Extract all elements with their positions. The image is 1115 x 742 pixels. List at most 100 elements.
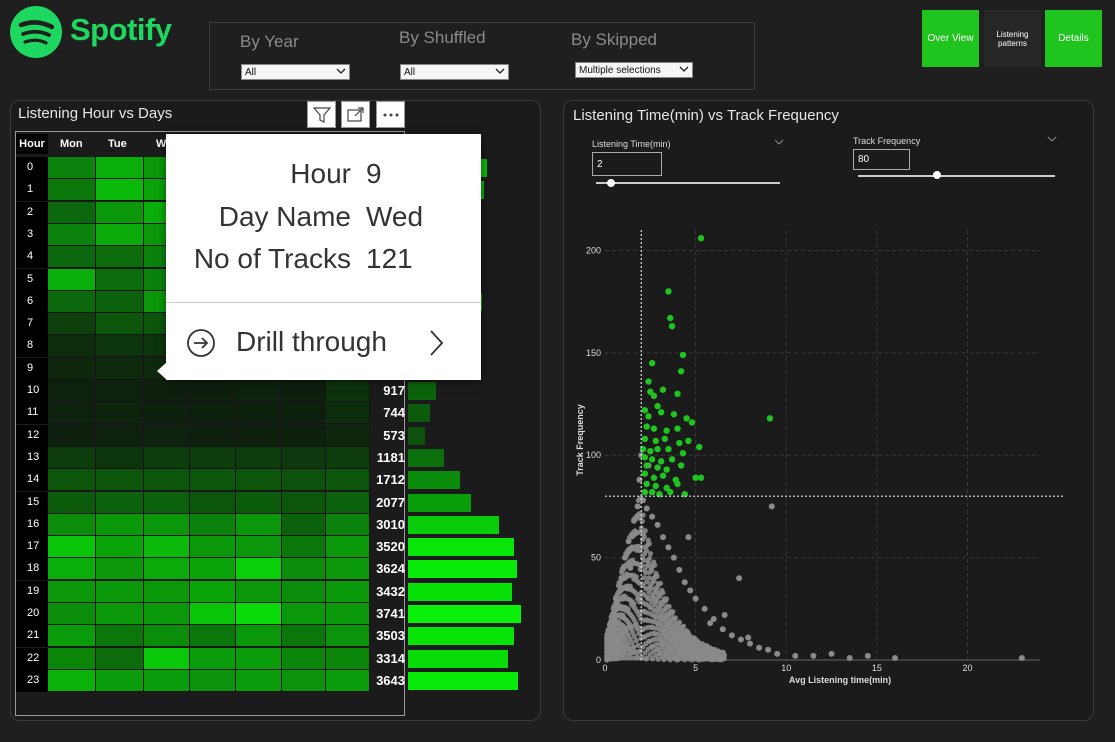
heatmap-cell[interactable] <box>96 647 144 670</box>
heatmap-cell[interactable] <box>96 380 144 402</box>
heatmap-cell[interactable] <box>282 469 326 492</box>
heatmap-cell[interactable] <box>144 380 190 402</box>
heatmap-cell[interactable] <box>326 513 370 536</box>
heatmap-cell[interactable] <box>144 513 190 536</box>
heatmap-cell[interactable] <box>282 580 326 603</box>
focus-mode-button[interactable] <box>341 101 370 128</box>
filter-shuffled-select[interactable]: All <box>400 64 509 80</box>
heatmap-cell[interactable] <box>236 603 282 625</box>
heatmap-cell[interactable] <box>236 558 282 581</box>
heatmap-cell[interactable] <box>236 402 282 425</box>
heatmap-cell[interactable] <box>282 625 326 648</box>
heatmap-cell[interactable] <box>282 558 326 581</box>
drill-through-button[interactable]: Drill through <box>166 303 481 380</box>
heatmap-cell[interactable] <box>144 647 190 670</box>
param-listening-slider[interactable] <box>596 182 780 184</box>
heatmap-cell[interactable] <box>236 513 282 536</box>
heatmap-cell[interactable] <box>190 491 236 514</box>
heatmap-cell[interactable] <box>326 424 370 447</box>
nav-details-button[interactable]: Details <box>1045 10 1102 67</box>
heatmap-cell[interactable] <box>326 446 370 469</box>
heatmap-cell[interactable] <box>282 513 326 536</box>
param-listening-slider-knob[interactable] <box>607 179 615 187</box>
heatmap-cell[interactable] <box>326 603 370 625</box>
heatmap-cell[interactable] <box>96 157 144 179</box>
heatmap-cell[interactable] <box>96 513 144 536</box>
heatmap-cell[interactable] <box>326 469 370 492</box>
heatmap-cell[interactable] <box>282 647 326 670</box>
heatmap-cell[interactable] <box>96 357 144 380</box>
heatmap-cell[interactable] <box>326 647 370 670</box>
heatmap-cell[interactable] <box>48 603 96 625</box>
heatmap-cell[interactable] <box>236 669 282 692</box>
heatmap-cell[interactable] <box>144 558 190 581</box>
heatmap-cell[interactable] <box>190 513 236 536</box>
heatmap-cell[interactable] <box>326 380 370 402</box>
heatmap-cell[interactable] <box>96 246 144 269</box>
heatmap-cell[interactable] <box>96 536 144 559</box>
param-frequency-slider[interactable] <box>858 175 1055 177</box>
heatmap-cell[interactable] <box>190 669 236 692</box>
heatmap-cell[interactable] <box>236 625 282 648</box>
heatmap-cell[interactable] <box>190 424 236 447</box>
heatmap-cell[interactable] <box>236 469 282 492</box>
heatmap-cell[interactable] <box>48 290 96 313</box>
heatmap-cell[interactable] <box>326 669 370 692</box>
heatmap-cell[interactable] <box>48 669 96 692</box>
heatmap-cell[interactable] <box>48 491 96 514</box>
heatmap-cell[interactable] <box>190 536 236 559</box>
heatmap-cell[interactable] <box>190 647 236 670</box>
heatmap-cell[interactable] <box>96 402 144 425</box>
more-options-button[interactable] <box>376 101 405 128</box>
heatmap-cell[interactable] <box>236 424 282 447</box>
heatmap-cell[interactable] <box>48 446 96 469</box>
heatmap-cell[interactable] <box>282 536 326 559</box>
heatmap-cell[interactable] <box>282 446 326 469</box>
heatmap-cell[interactable] <box>236 647 282 670</box>
heatmap-cell[interactable] <box>48 157 96 179</box>
heatmap-cell[interactable] <box>282 669 326 692</box>
heatmap-cell[interactable] <box>48 335 96 358</box>
heatmap-cell[interactable] <box>190 469 236 492</box>
heatmap-cell[interactable] <box>48 513 96 536</box>
heatmap-cell[interactable] <box>96 179 144 202</box>
chevron-down-icon[interactable] <box>1047 135 1057 143</box>
nav-patterns-button[interactable]: Listening patterns <box>984 10 1041 67</box>
heatmap-cell[interactable] <box>48 179 96 202</box>
heatmap-cell[interactable] <box>48 357 96 380</box>
heatmap-cell[interactable] <box>48 647 96 670</box>
heatmap-cell[interactable] <box>96 625 144 648</box>
heatmap-cell[interactable] <box>48 580 96 603</box>
filter-year-select[interactable]: All <box>241 64 350 80</box>
heatmap-cell[interactable] <box>282 603 326 625</box>
heatmap-cell[interactable] <box>326 536 370 559</box>
heatmap-cell[interactable] <box>96 313 144 336</box>
nav-overview-button[interactable]: Over View <box>922 10 979 67</box>
heatmap-cell[interactable] <box>190 558 236 581</box>
heatmap-cell[interactable] <box>96 446 144 469</box>
heatmap-cell[interactable] <box>144 469 190 492</box>
heatmap-cell[interactable] <box>96 469 144 492</box>
heatmap-cell[interactable] <box>48 268 96 291</box>
heatmap-cell[interactable] <box>96 223 144 246</box>
heatmap-cell[interactable] <box>144 491 190 514</box>
heatmap-cell[interactable] <box>96 424 144 447</box>
heatmap-cell[interactable] <box>48 201 96 224</box>
heatmap-cell[interactable] <box>236 491 282 514</box>
heatmap-cell[interactable] <box>326 625 370 648</box>
heatmap-cell[interactable] <box>190 580 236 603</box>
heatmap-cell[interactable] <box>236 536 282 559</box>
heatmap-cell[interactable] <box>48 380 96 402</box>
heatmap-cell[interactable] <box>144 625 190 648</box>
heatmap-cell[interactable] <box>96 491 144 514</box>
heatmap-cell[interactable] <box>144 580 190 603</box>
heatmap-cell[interactable] <box>236 580 282 603</box>
heatmap-cell[interactable] <box>144 669 190 692</box>
heatmap-cell[interactable] <box>96 290 144 313</box>
heatmap-cell[interactable] <box>190 380 236 402</box>
heatmap-cell[interactable] <box>48 424 96 447</box>
heatmap-cell[interactable] <box>190 603 236 625</box>
heatmap-cell[interactable] <box>190 446 236 469</box>
heatmap-cell[interactable] <box>326 558 370 581</box>
chevron-down-icon[interactable] <box>774 138 784 146</box>
